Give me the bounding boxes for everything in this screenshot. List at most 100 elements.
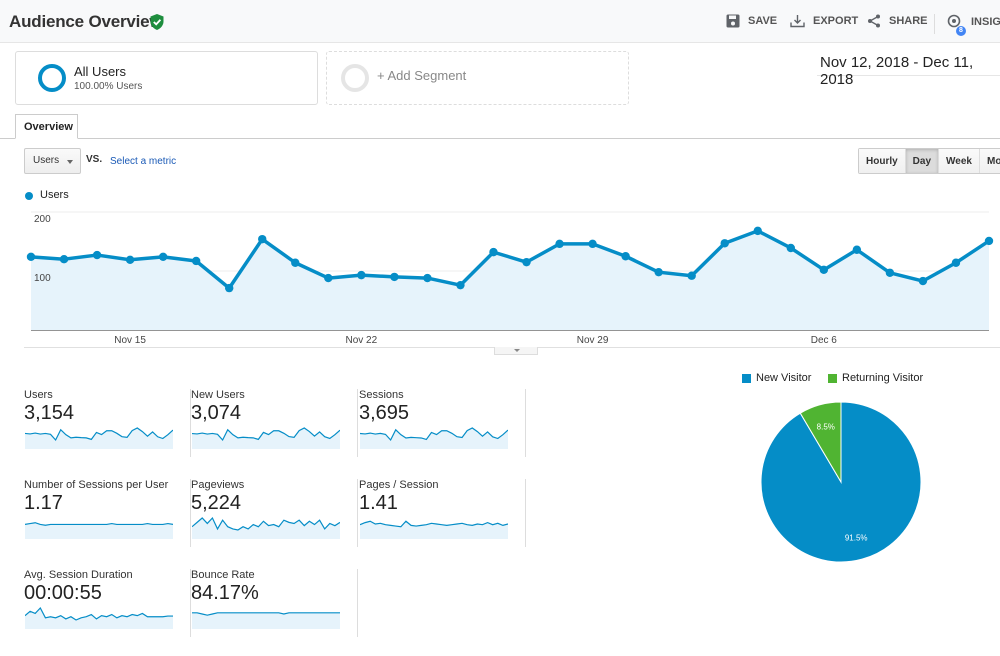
- metric-label: Sessions: [359, 389, 404, 401]
- data-point-nov-16[interactable]: [158, 252, 168, 262]
- share-button[interactable]: SHARE: [867, 14, 928, 28]
- metric-label: New Users: [191, 389, 245, 401]
- metric-sparkline: [192, 516, 340, 539]
- data-point-dec-8[interactable]: [885, 268, 895, 277]
- data-point-dec-6[interactable]: [819, 265, 829, 275]
- date-range-picker[interactable]: Nov 12, 2018 - Dec 11, 2018: [817, 50, 1000, 88]
- data-point-nov-27[interactable]: [522, 257, 531, 267]
- save-icon: [726, 14, 740, 28]
- data-point-nov-17[interactable]: [191, 256, 201, 266]
- data-point-nov-14[interactable]: [92, 250, 102, 260]
- metric-avg-session-duration[interactable]: Avg. Session Duration 00:00:55: [24, 569, 191, 647]
- metric-label: Users: [24, 389, 53, 401]
- insights-count-badge: 8: [956, 26, 966, 36]
- data-point-dec-5[interactable]: [786, 243, 795, 253]
- metric-sparkline: [360, 520, 508, 539]
- sparkline-area: [192, 612, 340, 629]
- granularity-day[interactable]: Day: [905, 149, 940, 173]
- metric-bounce-rate[interactable]: Bounce Rate 84.17%: [191, 569, 358, 647]
- legend-swatch-new: [742, 373, 751, 383]
- segment-all-users[interactable]: All Users 100.00% Users: [15, 51, 318, 105]
- metric-label: Number of Sessions per User: [24, 479, 169, 491]
- insights-button[interactable]: INSIGH: [947, 14, 1000, 30]
- export-label: EXPORT: [813, 15, 859, 27]
- data-point-nov-15[interactable]: [125, 255, 135, 264]
- metric-value: 3,074: [191, 402, 242, 424]
- pie-legend-returning: Returning Visitor: [828, 372, 923, 384]
- tab-overview[interactable]: Overview: [15, 114, 78, 139]
- data-point-nov-20[interactable]: [291, 258, 300, 267]
- metric-label: Pages / Session: [359, 479, 439, 491]
- metric-new-users[interactable]: New Users 3,074: [191, 389, 358, 467]
- metric-sparkline: [192, 427, 340, 449]
- data-point-nov-19[interactable]: [258, 234, 267, 244]
- granularity-toggle: Hourly Day Week Month: [858, 148, 1000, 174]
- sparkline-area: [360, 428, 508, 449]
- chevron-down-icon: [67, 160, 73, 164]
- select-metric-link[interactable]: Select a metric: [110, 156, 176, 167]
- save-button[interactable]: SAVE: [726, 14, 777, 28]
- data-point-nov-23[interactable]: [390, 272, 399, 282]
- metric-label: Pageviews: [191, 479, 245, 491]
- data-point-dec-11[interactable]: [984, 236, 994, 246]
- share-label: SHARE: [889, 15, 928, 27]
- data-point-nov-26[interactable]: [489, 247, 498, 257]
- data-point-dec-9[interactable]: [918, 276, 928, 286]
- legend-users-label: Users: [40, 189, 69, 201]
- pie-slice-label: 91.5%: [845, 534, 868, 543]
- metric-label: Bounce Rate: [191, 569, 255, 581]
- toolbar-divider: [934, 14, 935, 34]
- metric-value: 1.41: [359, 492, 398, 514]
- data-point-nov-30[interactable]: [621, 252, 630, 261]
- page-title: Audience Overview: [9, 12, 163, 31]
- data-point-dec-1[interactable]: [654, 267, 663, 277]
- segment-name: All Users: [74, 64, 127, 79]
- data-point-nov-13[interactable]: [59, 255, 69, 264]
- pie-legend-returning-label: Returning Visitor: [842, 372, 924, 384]
- export-button[interactable]: EXPORT: [790, 14, 858, 28]
- granularity-week[interactable]: Week: [939, 149, 980, 173]
- data-point-dec-2[interactable]: [687, 271, 696, 280]
- x-tick-label: Dec 6: [811, 335, 838, 346]
- data-point-nov-12[interactable]: [26, 252, 36, 262]
- metric-sparkline: [192, 612, 340, 629]
- segment-percentage: 100.00% Users: [74, 81, 143, 92]
- data-point-nov-25[interactable]: [456, 280, 465, 290]
- metric-number-of-sessions-per-user[interactable]: Number of Sessions per User 1.17: [24, 479, 191, 557]
- data-point-nov-24[interactable]: [423, 273, 432, 283]
- segment-ring-icon: [38, 64, 66, 92]
- collapse-chart-toggle[interactable]: [494, 347, 538, 355]
- users-area-fill: [31, 230, 989, 330]
- data-point-dec-7[interactable]: [852, 245, 862, 254]
- metric-sparkline: [25, 427, 173, 449]
- metric-value: 84.17%: [191, 582, 259, 604]
- share-icon: [868, 14, 880, 28]
- metric-value: 3,695: [359, 402, 410, 424]
- data-point-nov-28[interactable]: [555, 239, 564, 249]
- y-tick-label: 200: [34, 214, 51, 225]
- data-point-nov-29[interactable]: [588, 239, 597, 249]
- insights-label: INSIGH: [971, 16, 1000, 28]
- vs-label: VS.: [86, 154, 103, 165]
- metric-users[interactable]: Users 3,154: [24, 389, 191, 467]
- y-tick-label: 100: [34, 273, 51, 284]
- data-point-nov-22[interactable]: [357, 270, 366, 280]
- empty-segment-ring-icon: [341, 64, 369, 92]
- data-point-nov-18[interactable]: [225, 283, 234, 293]
- granularity-hourly[interactable]: Hourly: [859, 149, 906, 173]
- download-icon: [790, 15, 805, 28]
- metric-dropdown[interactable]: Users: [24, 148, 81, 174]
- tab-bar-divider: [0, 138, 1000, 139]
- metric-pageviews[interactable]: Pageviews 5,224: [191, 479, 358, 557]
- shield-check-icon: [150, 14, 164, 30]
- metric-sparkline: [25, 606, 173, 629]
- add-segment-button[interactable]: + Add Segment: [326, 51, 629, 105]
- data-point-dec-4[interactable]: [753, 226, 762, 236]
- metric-value: 5,224: [191, 492, 242, 514]
- metric-sessions[interactable]: Sessions 3,695: [359, 389, 526, 467]
- data-point-dec-10[interactable]: [951, 258, 961, 267]
- data-point-dec-3[interactable]: [720, 239, 729, 248]
- granularity-month[interactable]: Month: [979, 149, 1000, 173]
- metric-pages-session[interactable]: Pages / Session 1.41: [359, 479, 526, 557]
- data-point-nov-21[interactable]: [324, 273, 333, 283]
